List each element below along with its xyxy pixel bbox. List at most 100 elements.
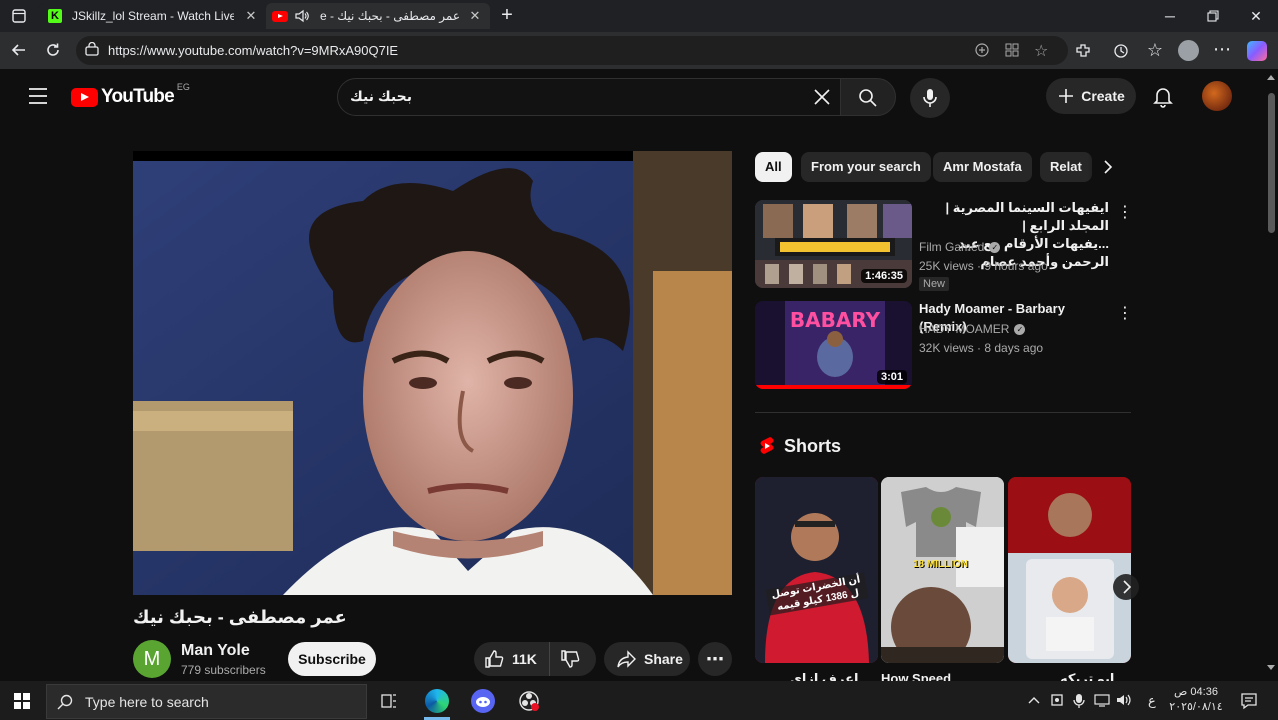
short-overlay-text: 18 MILLION	[913, 559, 969, 570]
windows-start-icon[interactable]	[14, 693, 30, 709]
youtube-header: YouTube EG بحبك نيك Create	[0, 69, 1264, 125]
favorite-star-icon[interactable]: ☆	[1034, 41, 1048, 61]
scrollbar-thumb[interactable]	[1268, 93, 1275, 233]
page-scrollbar[interactable]	[1264, 69, 1278, 681]
create-button[interactable]: Create	[1046, 78, 1136, 114]
tray-app-icon[interactable]	[1050, 693, 1064, 707]
short-title[interactable]: ...اعرف ازاي	[790, 671, 869, 681]
volume-icon[interactable]	[1116, 693, 1132, 707]
chip-related[interactable]: Relat	[1040, 152, 1092, 182]
short-card[interactable]: 18 MILLION	[881, 477, 1004, 663]
chip-all[interactable]: All	[755, 152, 792, 182]
notifications-bell-icon[interactable]	[1153, 86, 1173, 108]
close-tab-icon[interactable]: ✕	[244, 9, 258, 23]
video-player[interactable]	[133, 151, 732, 595]
short-thumbnail	[1008, 477, 1131, 663]
more-actions-button[interactable]: ⋯	[698, 642, 732, 676]
close-window-icon[interactable]: ✕	[1246, 6, 1266, 26]
verified-check-icon: ✓	[989, 241, 1001, 253]
video-menu-icon[interactable]: ⋮	[1117, 202, 1133, 221]
network-icon[interactable]	[1094, 693, 1110, 707]
tray-microphone-icon[interactable]	[1073, 693, 1085, 709]
search-query[interactable]: بحبك نيك	[350, 88, 412, 105]
new-tab-button[interactable]: +	[497, 4, 517, 26]
like-count: 11K	[512, 651, 537, 667]
related-channel[interactable]: Film Gamed ✓	[919, 240, 1001, 254]
youtube-logo[interactable]: YouTube EG	[71, 82, 190, 108]
tab-kick-stream[interactable]: K JSkillz_lol Stream - Watch Live on ✕	[38, 3, 266, 29]
short-title[interactable]: ...ابو تريكه	[1060, 671, 1125, 681]
speaker-icon[interactable]	[294, 9, 310, 23]
short-title[interactable]: How Speed	[881, 671, 951, 681]
maximize-icon[interactable]	[1203, 6, 1223, 26]
thumbs-down-icon	[561, 650, 580, 668]
share-button[interactable]: Share	[604, 642, 690, 676]
tab-actions-icon[interactable]	[11, 8, 27, 24]
menu-hamburger-icon[interactable]	[28, 87, 48, 105]
obs-recorder-icon[interactable]	[517, 689, 541, 713]
reload-icon[interactable]	[43, 40, 63, 60]
related-video-thumbnail[interactable]: 1:46:35	[755, 200, 912, 288]
dislike-button[interactable]	[550, 649, 580, 669]
channel-name[interactable]: Man Yole	[181, 642, 250, 660]
video-duration: 1:46:35	[861, 269, 907, 283]
scroll-up-icon[interactable]	[1267, 75, 1275, 80]
shorts-next-button[interactable]	[1113, 574, 1139, 600]
notifications-center-icon[interactable]	[1240, 692, 1258, 710]
close-tab-icon[interactable]: ✕	[468, 9, 482, 23]
clear-search-icon[interactable]	[812, 87, 832, 107]
youtube-logo-text: YouTube	[101, 86, 175, 107]
clock[interactable]: 04:36 ص ٢٠٢٥/٠٨/١٤	[1166, 685, 1226, 715]
task-view-icon[interactable]	[380, 692, 398, 710]
chip-amr-mostafa[interactable]: Amr Mostafa	[933, 152, 1032, 182]
search-icon	[858, 88, 878, 108]
url-text[interactable]: https://www.youtube.com/watch?v=9MRxA90Q…	[108, 43, 398, 58]
search-button[interactable]	[840, 78, 896, 116]
create-label: Create	[1081, 88, 1125, 104]
related-video-thumbnail[interactable]: BABARY 3:01	[755, 301, 912, 389]
share-label: Share	[644, 651, 683, 667]
channel-name: Film Gamed	[919, 240, 985, 254]
windows-taskbar: Type here to search ع 04:36 ص ٢٠٢٥/٠٨/١٤	[0, 681, 1278, 720]
taskbar-search-input[interactable]: Type here to search	[46, 684, 367, 719]
search-input[interactable]: بحبك نيك	[337, 78, 849, 116]
search-icon	[57, 694, 73, 709]
subscribe-button[interactable]: Subscribe	[288, 642, 376, 676]
short-card[interactable]	[1008, 477, 1131, 663]
extensions-icon[interactable]	[1073, 41, 1093, 61]
input-language[interactable]: ع	[1148, 693, 1156, 709]
channel-avatar[interactable]: M	[133, 640, 171, 678]
back-icon[interactable]	[9, 40, 29, 60]
chip-from-your-search[interactable]: From your search	[801, 152, 931, 182]
app-available-icon[interactable]	[1004, 42, 1020, 58]
user-avatar[interactable]	[1202, 81, 1232, 111]
favorites-icon[interactable]: ☆	[1145, 40, 1165, 60]
tab-title: عمر مصطفى - بحبك نيك - YouTube	[320, 9, 460, 23]
read-aloud-icon[interactable]	[974, 42, 990, 58]
copilot-icon[interactable]	[1247, 41, 1267, 61]
short-card[interactable]: أن الخضرات توصل ل 1386 كيلو قيمه	[755, 477, 878, 663]
chips-next-chevron-icon[interactable]	[1100, 159, 1116, 175]
tray-overflow-chevron-icon[interactable]	[1028, 695, 1040, 705]
chevron-right-icon	[1123, 580, 1132, 594]
clock-time: 04:36 ص	[1174, 686, 1218, 698]
minimize-icon[interactable]: ─	[1160, 6, 1180, 26]
browser-essentials-icon[interactable]	[1111, 41, 1131, 61]
related-meta: 32K views · 8 days ago	[919, 341, 1044, 355]
discord-icon[interactable]	[471, 689, 495, 713]
related-channel[interactable]: HADY MOAMER ✓	[919, 322, 1026, 336]
svg-text:BABARY: BABARY	[790, 308, 881, 332]
channel-name: HADY MOAMER	[919, 322, 1010, 336]
voice-search-button[interactable]	[910, 78, 950, 118]
short-thumbnail	[881, 477, 1004, 663]
video-menu-icon[interactable]: ⋮	[1117, 303, 1133, 322]
tab-youtube-active[interactable]: عمر مصطفى - بحبك نيك - YouTube ✕	[266, 3, 490, 29]
site-info-icon[interactable]	[84, 42, 100, 58]
scroll-down-icon[interactable]	[1267, 665, 1275, 670]
address-bar[interactable]: https://www.youtube.com/watch?v=9MRxA90Q…	[76, 36, 1068, 65]
region-code: EG	[176, 82, 190, 92]
like-button[interactable]: 11K	[474, 642, 550, 676]
settings-more-icon[interactable]: ⋯	[1212, 39, 1232, 59]
edge-browser-icon[interactable]	[425, 689, 449, 713]
profile-avatar[interactable]	[1178, 40, 1199, 61]
